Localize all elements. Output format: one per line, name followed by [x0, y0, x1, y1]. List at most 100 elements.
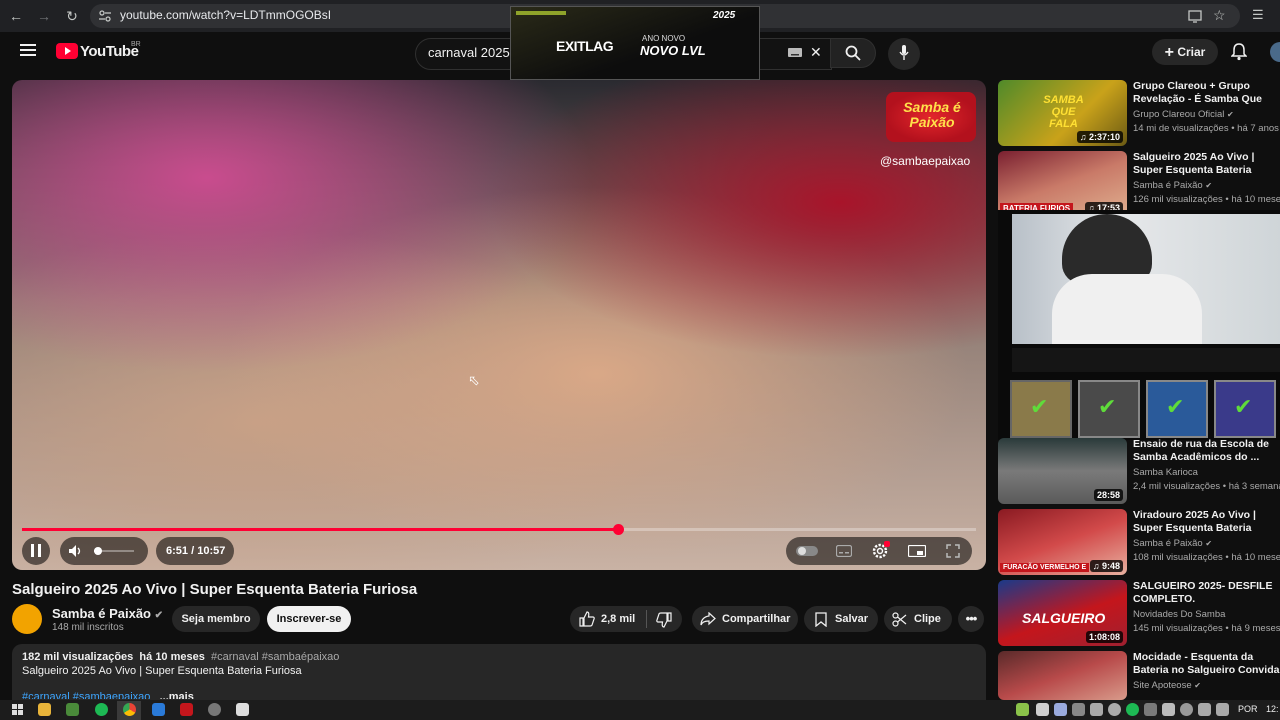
back-icon[interactable]: ←: [6, 6, 26, 26]
clear-search-icon[interactable]: ✕: [810, 44, 822, 61]
ad-line1: ANO NOVO: [642, 34, 686, 43]
notifications-bell-icon[interactable]: [1231, 43, 1247, 61]
app-icon[interactable]: [236, 703, 249, 716]
description-tags[interactable]: #carnaval #sambaépaixao: [211, 651, 339, 663]
watermark-handle: @sambaepaixao: [880, 154, 971, 168]
tray-icon[interactable]: [1108, 703, 1121, 716]
rec-thumbnail[interactable]: SALGUEIRO 1:08:08: [998, 580, 1127, 646]
tray-icon[interactable]: [1198, 703, 1211, 716]
tray-icon[interactable]: [1016, 703, 1029, 716]
tray-icon[interactable]: [1162, 703, 1175, 716]
mouse-cursor-icon: ⬁: [468, 372, 480, 388]
rec-title[interactable]: SALGUEIRO 2025- DESFILE COMPLETO.: [1133, 580, 1280, 606]
tray-icon[interactable]: [1036, 703, 1049, 716]
rec-channel[interactable]: Site Apoteose ✔: [1133, 680, 1201, 691]
video-title: Salgueiro 2025 Ao Vivo | Super Esquenta …: [12, 581, 418, 598]
autoplay-toggle[interactable]: [796, 546, 818, 556]
join-button[interactable]: Seja membro: [172, 606, 260, 632]
forward-icon[interactable]: →: [34, 6, 54, 26]
check-icon: ✔: [1234, 394, 1253, 419]
app-icon[interactable]: [208, 703, 221, 716]
youtube-logo-icon[interactable]: [56, 43, 78, 59]
description-hashtags[interactable]: #carnaval #sambaepaixao: [22, 691, 150, 699]
rec-thumbnail[interactable]: BATERIA FURIOS ♫ 17:53: [998, 151, 1127, 217]
scissors-icon: [892, 612, 907, 627]
rec-title[interactable]: Viradouro 2025 Ao Vivo | Super Esquenta …: [1133, 509, 1280, 535]
description-text: Salgueiro 2025 Ao Vivo | Super Esquenta …: [22, 665, 302, 677]
tray-icon[interactable]: [1126, 703, 1139, 716]
volume-icon[interactable]: [68, 544, 82, 558]
check-icon: ✔: [1098, 394, 1117, 419]
rec-thumbnail[interactable]: FURACÃO VERMELHO E ♫ 9:48: [998, 509, 1127, 575]
tray-icon[interactable]: [1090, 703, 1103, 716]
rec-title[interactable]: Ensaio de rua da Escola de Samba Acadêmi…: [1133, 438, 1280, 464]
create-button[interactable]: + Criar: [1152, 39, 1218, 65]
file-explorer-icon[interactable]: [38, 703, 51, 716]
rec-title[interactable]: Grupo Clareou + Grupo Revelação - É Samb…: [1133, 80, 1280, 106]
keyboard-icon[interactable]: [788, 48, 802, 57]
youtube-logo-text[interactable]: YouTube: [80, 43, 139, 60]
rec-thumbnail[interactable]: 28:58: [998, 438, 1127, 504]
site-settings-icon[interactable]: [98, 9, 112, 23]
like-icon[interactable]: [579, 611, 595, 627]
time-separator: /: [191, 545, 195, 557]
subscribe-button[interactable]: Inscrever-se: [267, 606, 351, 632]
more-actions-button[interactable]: •••: [958, 606, 984, 632]
input-language[interactable]: POR: [1238, 704, 1258, 714]
channel-subscribers: 148 mil inscritos: [52, 622, 124, 633]
rec-channel[interactable]: Novidades Do Samba: [1133, 609, 1225, 620]
channel-avatar[interactable]: [12, 604, 42, 634]
create-label: Criar: [1177, 45, 1206, 59]
tray-icon[interactable]: [1054, 703, 1067, 716]
spotify-icon[interactable]: [95, 703, 108, 716]
rec-thumb-text: SAMBA QUE FALA: [1043, 94, 1084, 130]
rec-channel[interactable]: Samba é Paixão ✔: [1133, 538, 1212, 549]
bookmark-star-icon[interactable]: ☆: [1213, 7, 1226, 24]
miniplayer-icon[interactable]: [908, 545, 926, 557]
show-more-link[interactable]: ...mais: [160, 691, 194, 699]
rec-meta: 145 mil visualizações • há 9 meses: [1133, 623, 1280, 634]
dislike-icon[interactable]: [656, 612, 672, 628]
tray-icon[interactable]: [1144, 703, 1157, 716]
search-value: carnaval 2025 e: [428, 45, 521, 60]
verified-icon: ✔: [1194, 681, 1201, 690]
rec-channel[interactable]: Samba é Paixão ✔: [1133, 180, 1212, 191]
ad-line2: NOVO LVL: [640, 43, 706, 58]
save-icon: [815, 612, 827, 627]
channel-name[interactable]: Samba é Paixão: [52, 606, 151, 621]
check-icon: ✔: [1030, 394, 1049, 419]
windows-start-icon[interactable]: [12, 704, 23, 715]
tray-icon[interactable]: [1180, 703, 1193, 716]
more-dots-icon: •••: [965, 611, 978, 626]
rec-meta: 108 mil visualizações • há 10 meses: [1133, 552, 1280, 563]
watermark-logo: Samba é Paixão: [886, 92, 976, 142]
webcam-feed: [1012, 214, 1280, 344]
rec-title[interactable]: Mocidade - Esquenta da Bateria no Salgue…: [1133, 651, 1280, 677]
video-player[interactable]: [12, 80, 986, 570]
rec-thumbnail[interactable]: [998, 651, 1127, 700]
rec-channel[interactable]: Samba Karioca: [1133, 467, 1198, 478]
reading-list-icon[interactable]: ☰: [1252, 7, 1264, 23]
chrome-icon[interactable]: [123, 703, 136, 716]
menu-icon[interactable]: [20, 43, 36, 57]
rec-channel[interactable]: Grupo Clareou Oficial ✔: [1133, 109, 1234, 120]
app-icon[interactable]: [152, 703, 165, 716]
tray-icon[interactable]: [1072, 703, 1085, 716]
tray-icon[interactable]: [1216, 703, 1229, 716]
fullscreen-icon[interactable]: [946, 544, 960, 558]
taskbar-clock[interactable]: 12:: [1266, 704, 1279, 714]
time-current: 6:51: [166, 545, 189, 557]
reload-icon[interactable]: ↻: [62, 6, 82, 26]
rec-title[interactable]: Salgueiro 2025 Ao Vivo | Super Esquenta …: [1133, 151, 1280, 177]
ad-badge: 2025: [713, 10, 736, 21]
verified-icon: ✔: [154, 610, 164, 621]
ad-decor-stripe: [516, 11, 566, 15]
app-icon[interactable]: [66, 703, 79, 716]
verified-icon: ✔: [1227, 110, 1234, 119]
volume-knob[interactable]: [94, 547, 102, 555]
app-icon[interactable]: [180, 703, 193, 716]
like-count[interactable]: 2,8 mil: [601, 613, 635, 625]
rec-thumbnail[interactable]: SAMBA QUE FALA ♫ 2:37:10: [998, 80, 1127, 146]
subtitles-icon[interactable]: [836, 545, 852, 557]
install-app-icon[interactable]: [1188, 9, 1202, 23]
